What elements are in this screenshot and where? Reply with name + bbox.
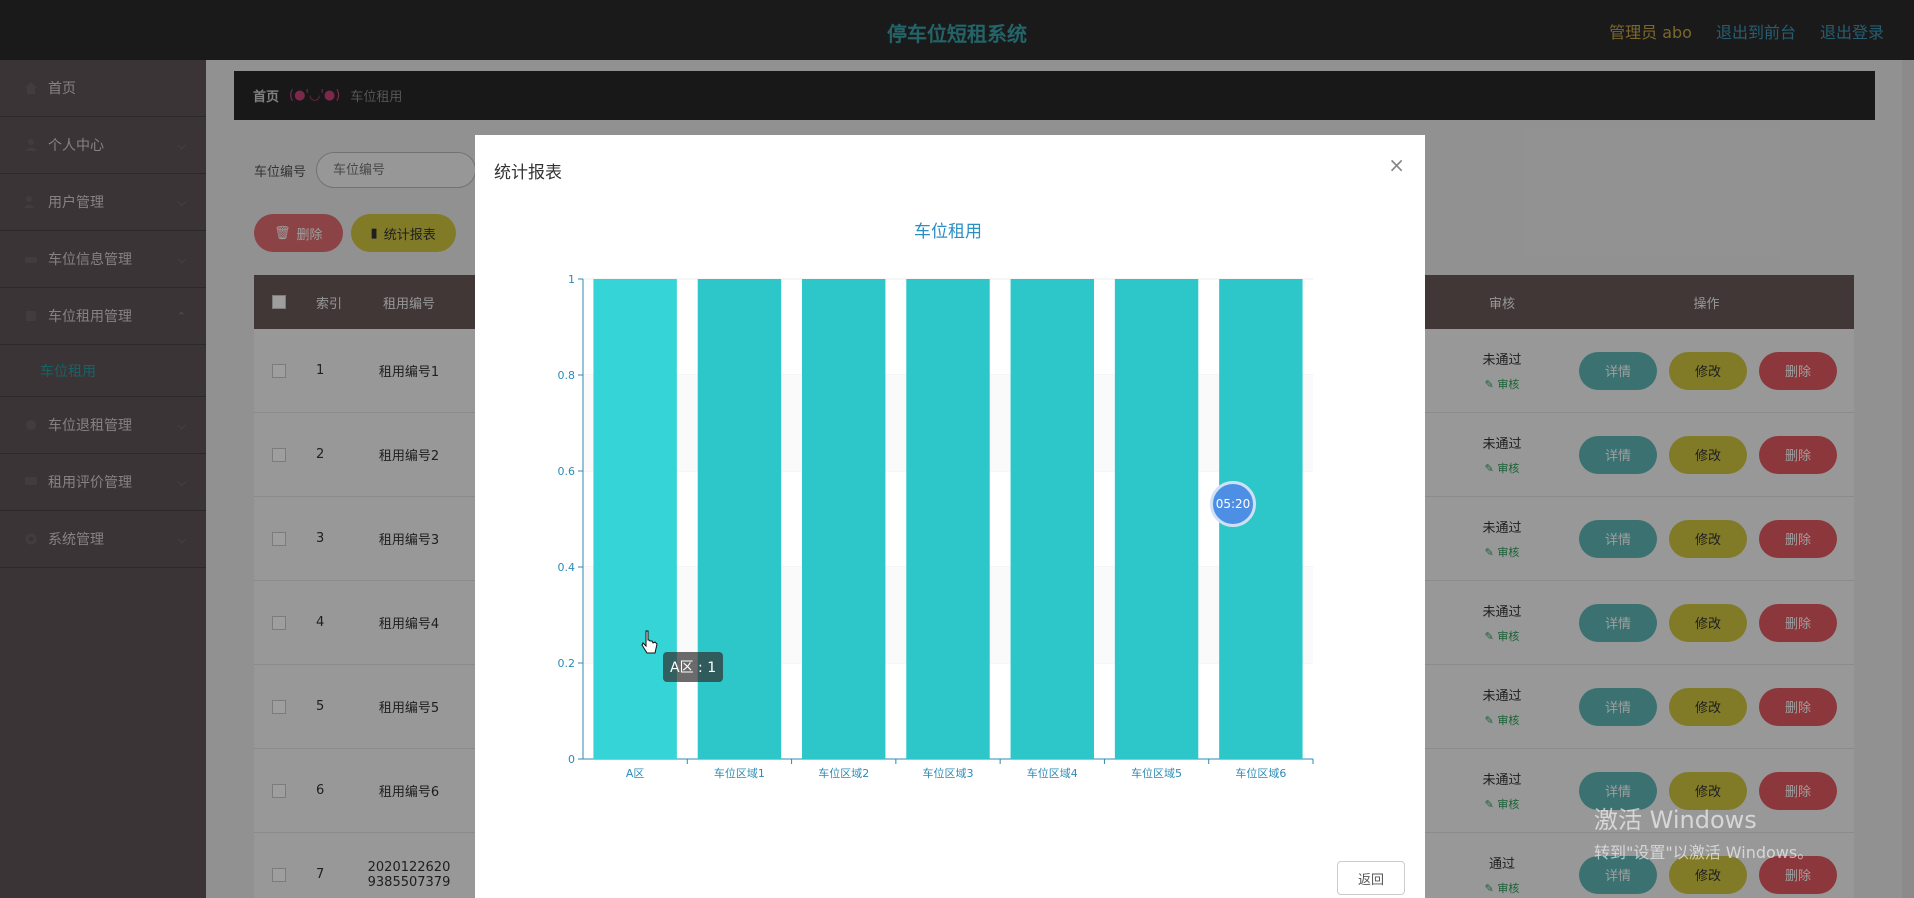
- watermark-line1: 激活 Windows: [1594, 806, 1757, 834]
- y-tick-label: 0.8: [558, 369, 576, 382]
- bar[interactable]: [697, 279, 782, 759]
- x-tick-label: 车位区域4: [1027, 766, 1078, 780]
- x-tick-label: 车位区域3: [923, 766, 974, 780]
- bar[interactable]: [802, 279, 886, 759]
- bar[interactable]: [593, 279, 677, 759]
- x-tick-label: 车位区域1: [714, 766, 765, 780]
- rent-bar-chart: 车位租用 0 0.2 0.4 0.6 0.8 1 A区 车位区域1 车位区域2 车位区域3 车位区域4…: [558, 222, 1314, 780]
- windows-activation-watermark: 激活 Windows 转到"设置"以激活 Windows。: [1594, 800, 1813, 863]
- y-tick-label: 0.6: [558, 465, 576, 478]
- x-tick-label: 车位区域6: [1235, 766, 1286, 780]
- y-tick-label: 0.2: [558, 657, 576, 670]
- y-tick-label: 0: [568, 753, 575, 766]
- watermark-line2: 转到"设置"以激活 Windows。: [1594, 843, 1814, 862]
- bar[interactable]: [906, 279, 990, 759]
- chart-title: 车位租用: [914, 222, 982, 242]
- report-dialog: 统计报表 × 车位租用 0 0.2 0.4 0.6 0.8 1 A区 车位区域1 车位区域2 车位区…: [475, 135, 1425, 898]
- x-tick-label: A区: [626, 767, 645, 780]
- bar[interactable]: [1114, 279, 1199, 759]
- y-tick-label: 1: [568, 273, 575, 286]
- x-tick-label: 车位区域2: [818, 766, 869, 780]
- chart-tooltip: A区 : 1: [663, 652, 724, 682]
- bar[interactable]: [1010, 279, 1094, 759]
- y-tick-label: 0.4: [558, 561, 576, 574]
- x-tick-label: 车位区域5: [1131, 766, 1182, 780]
- back-button[interactable]: 返回: [1337, 861, 1405, 895]
- timer-badge[interactable]: 05:20: [1210, 481, 1256, 527]
- pointer-cursor-icon: [641, 630, 658, 654]
